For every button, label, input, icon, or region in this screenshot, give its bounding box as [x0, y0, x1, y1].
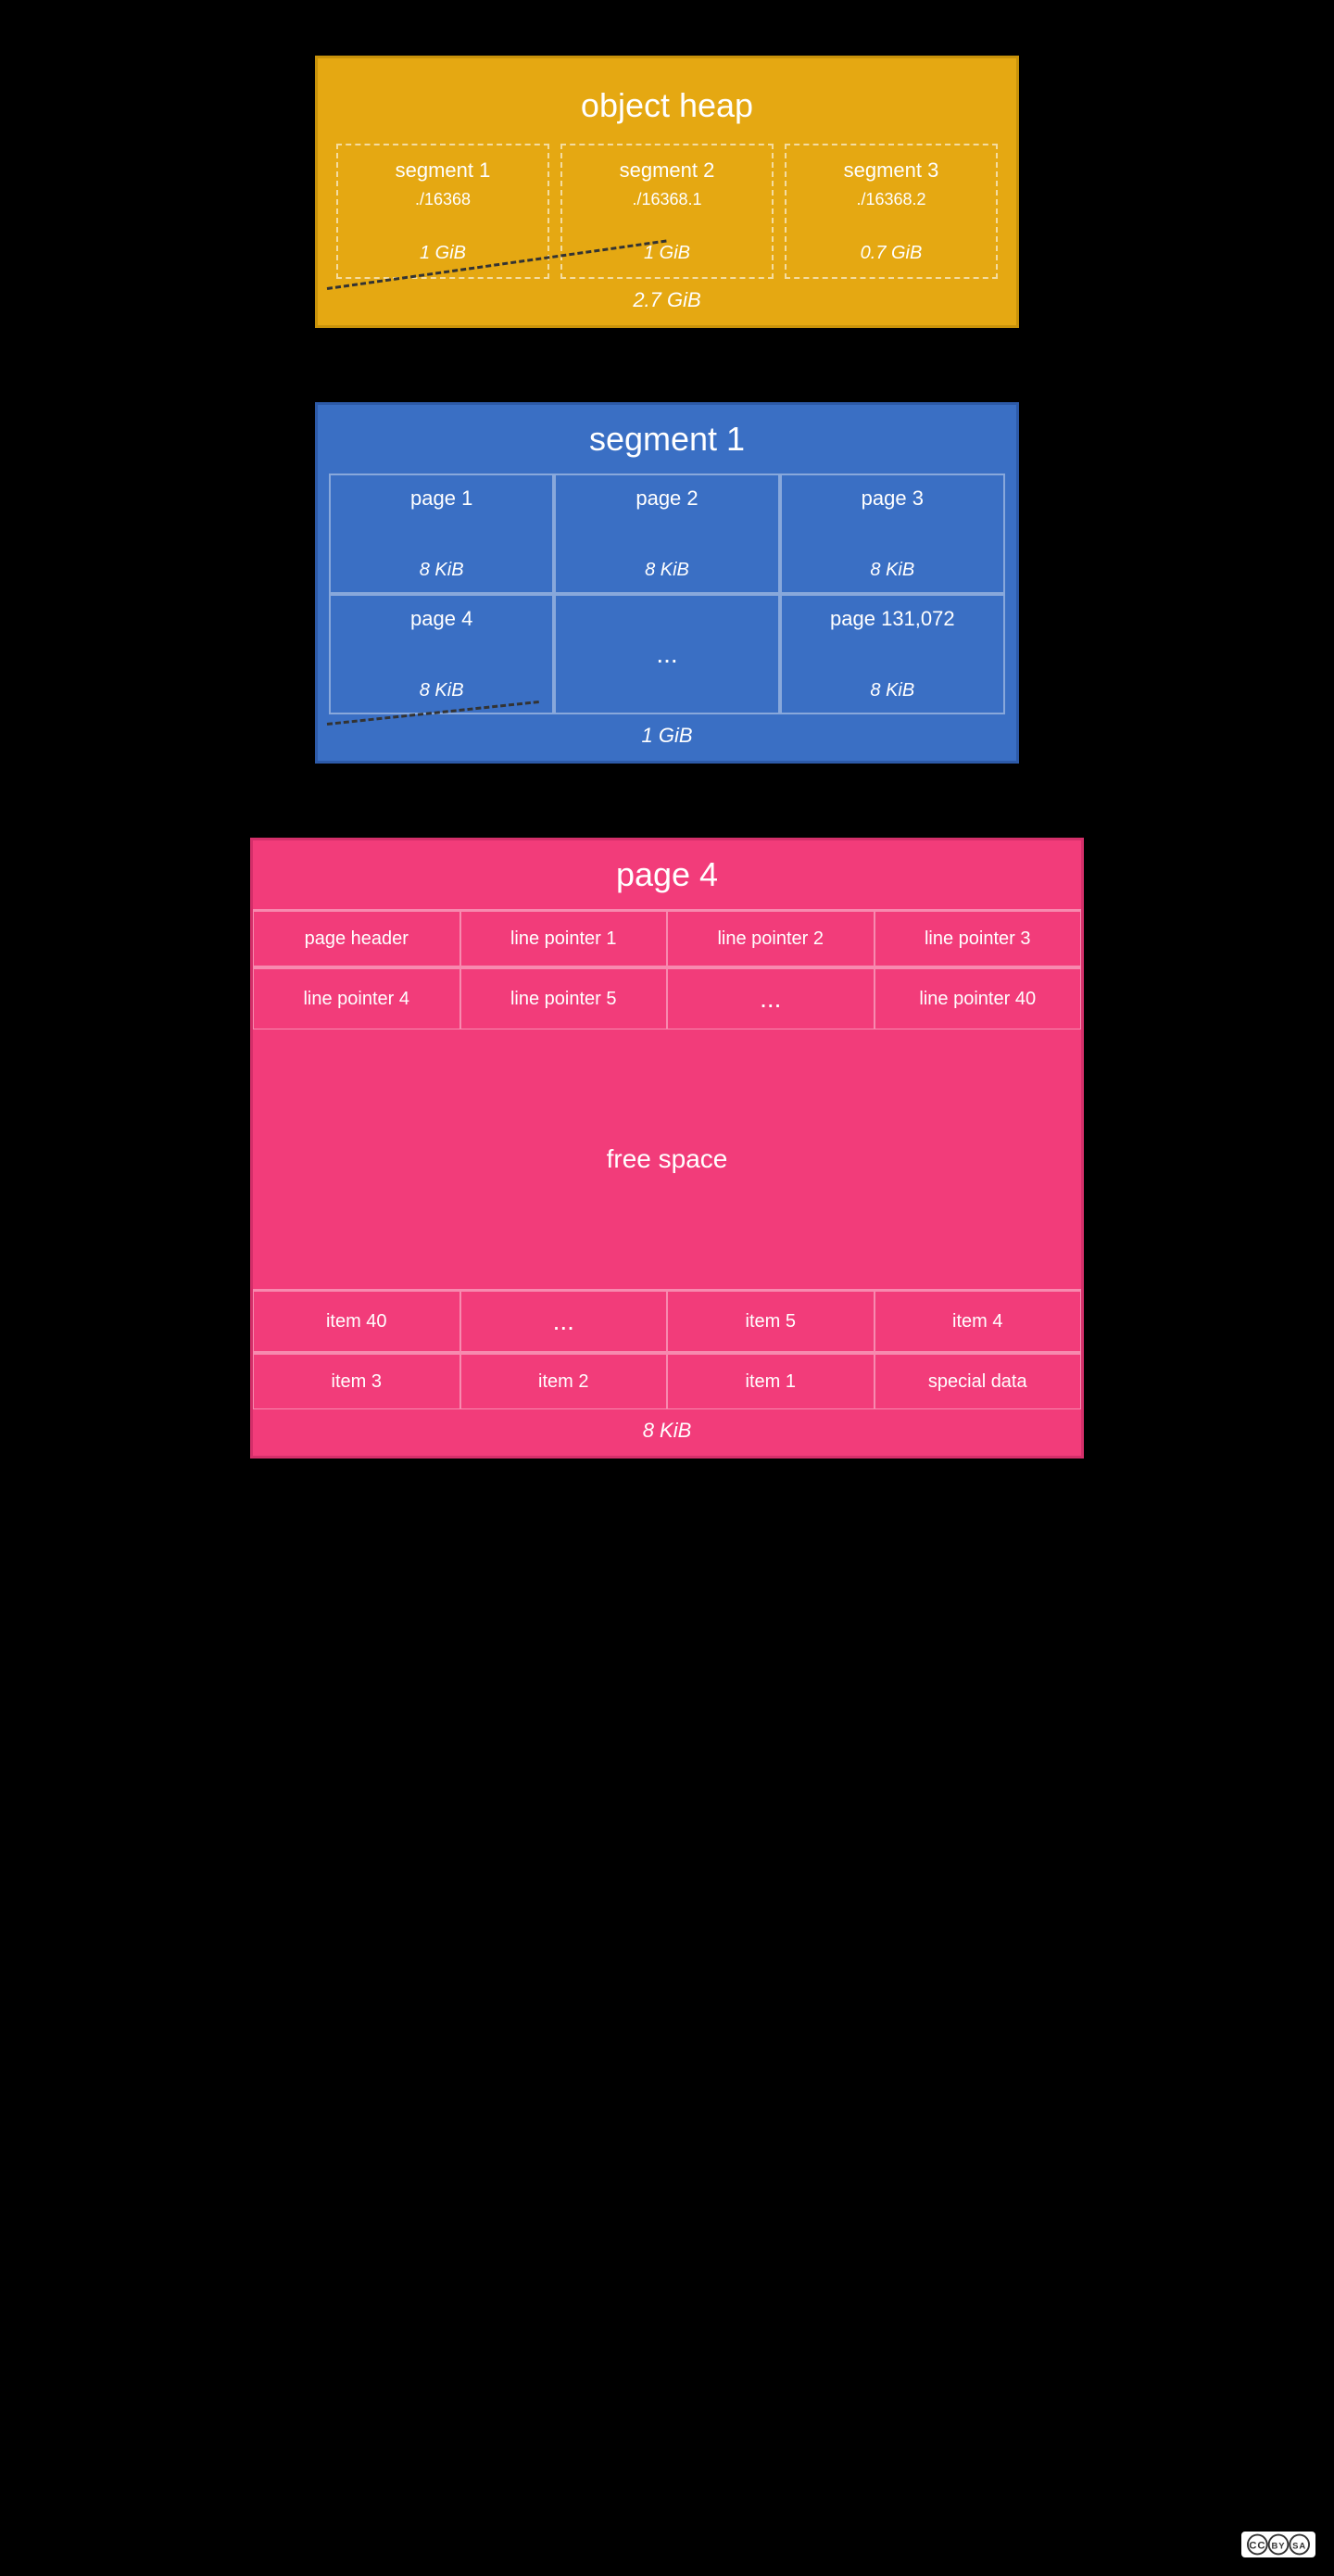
page4-cell-item4: item 4: [875, 1291, 1082, 1352]
segment1-diagram: segment 1 page 1 8 KiB page 2 8 KiB page…: [315, 402, 1019, 764]
segment3-size: 0.7 GiB: [861, 243, 923, 264]
segment1-title: segment 1: [318, 405, 1016, 474]
page4-top-row1: page header line pointer 1 line pointer …: [253, 909, 1081, 966]
svg-text:CC: CC: [1249, 2541, 1265, 2552]
segment1-name: segment 1: [396, 158, 491, 183]
page-last-size: 8 KiB: [870, 680, 914, 701]
page4-cell-lp4: line pointer 4: [253, 968, 460, 1029]
segment1-file: ./16368: [415, 190, 471, 209]
page4-total-size: 8 KiB: [253, 1419, 1081, 1443]
svg-text:SA: SA: [1292, 2542, 1306, 2552]
heap-total-size: 2.7 GiB: [318, 288, 1016, 312]
cc-icon: CC BY SA: [1241, 2532, 1315, 2557]
page-box-2: page 2 8 KiB: [554, 474, 779, 594]
page3-name: page 3: [862, 486, 924, 511]
page4-cell-item40: item 40: [253, 1291, 460, 1352]
page4-title: page 4: [253, 840, 1081, 909]
page4-name: page 4: [410, 607, 472, 631]
license-badge: CC BY SA: [1241, 2532, 1315, 2557]
segment2-name: segment 2: [620, 158, 715, 183]
page4-bottom-row2: item 3 item 2 item 1 special data: [253, 1352, 1081, 1409]
page1-name: page 1: [410, 486, 472, 511]
page4-top-row2: line pointer 4 line pointer 5 ... line p…: [253, 966, 1081, 1029]
segment1-size: 1 GiB: [420, 243, 466, 264]
segment3-name: segment 3: [844, 158, 939, 183]
page4-cell-dots: ...: [667, 968, 875, 1029]
page4-cell-item1: item 1: [667, 1354, 875, 1409]
free-space-area: free space: [253, 1029, 1081, 1289]
page4-cell-lp2: line pointer 2: [667, 911, 875, 966]
segment3-file: ./16368.2: [856, 190, 925, 209]
free-space-label: free space: [607, 1144, 728, 1174]
page4-cell-special: special data: [875, 1354, 1082, 1409]
page-box-dots: ...: [554, 594, 779, 714]
segments-row: segment 1 ./16368 1 GiB segment 2 ./1636…: [336, 144, 998, 279]
pages-grid: page 1 8 KiB page 2 8 KiB page 3 8 KiB p…: [318, 474, 1016, 714]
segment1-total-size: 1 GiB: [318, 724, 1016, 748]
pages-ellipsis: ...: [656, 639, 677, 669]
segment-box-3: segment 3 ./16368.2 0.7 GiB: [785, 144, 998, 279]
page4-cell-lp40: line pointer 40: [875, 968, 1082, 1029]
page-box-last: page 131,072 8 KiB: [780, 594, 1005, 714]
page4-cell-item5: item 5: [667, 1291, 875, 1352]
page-last-name: page 131,072: [830, 607, 955, 631]
object-heap-diagram: object heap segment 1 ./16368 1 GiB segm…: [315, 56, 1019, 328]
page4-cell-lp5: line pointer 5: [460, 968, 668, 1029]
page1-size: 8 KiB: [420, 560, 464, 581]
segment-box-1: segment 1 ./16368 1 GiB: [336, 144, 549, 279]
page3-size: 8 KiB: [870, 560, 914, 581]
page4-size: 8 KiB: [420, 680, 464, 701]
segment-box-2: segment 2 ./16368.1 1 GiB: [560, 144, 774, 279]
page4-cell-lp1: line pointer 1: [460, 911, 668, 966]
page2-name: page 2: [636, 486, 698, 511]
page4-cell-dots2: ...: [460, 1291, 668, 1352]
page4-cell-page-header: page header: [253, 911, 460, 966]
page4-cell-item3: item 3: [253, 1354, 460, 1409]
page4-bottom-row1: item 40 ... item 5 item 4: [253, 1289, 1081, 1352]
page4-cell-lp3: line pointer 3: [875, 911, 1082, 966]
segment2-size: 1 GiB: [644, 243, 690, 264]
page2-size: 8 KiB: [645, 560, 689, 581]
page-box-3: page 3 8 KiB: [780, 474, 1005, 594]
page-box-1: page 1 8 KiB: [329, 474, 554, 594]
svg-text:BY: BY: [1272, 2542, 1286, 2552]
object-heap-title: object heap: [336, 77, 998, 144]
page4-cell-item2: item 2: [460, 1354, 668, 1409]
segment2-file: ./16368.1: [632, 190, 701, 209]
page-box-4: page 4 8 KiB: [329, 594, 554, 714]
page4-diagram: page 4 page header line pointer 1 line p…: [250, 838, 1084, 1458]
